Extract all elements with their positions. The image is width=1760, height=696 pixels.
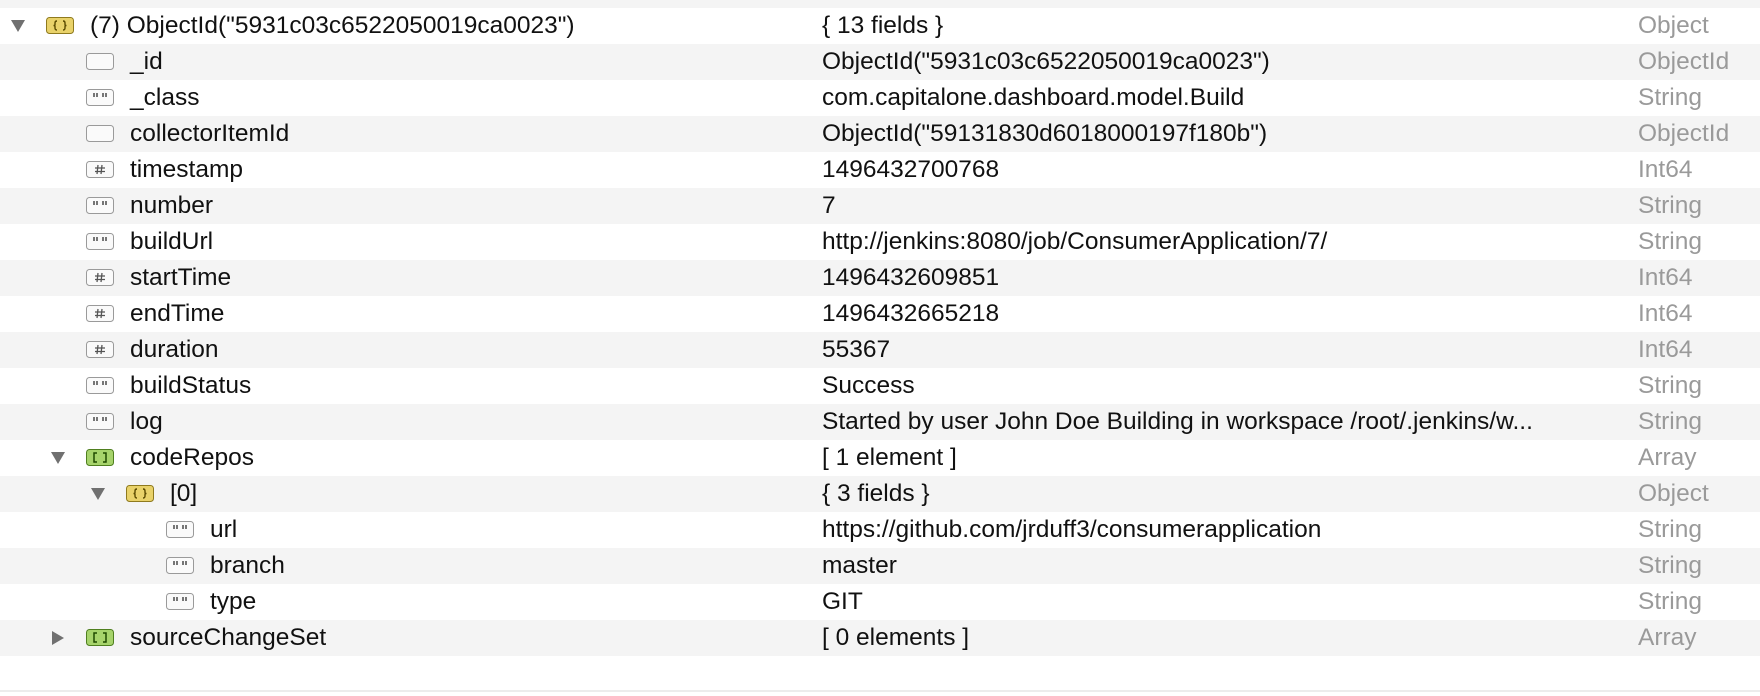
field-type: String (1638, 228, 1703, 255)
field-type: String (1638, 372, 1703, 399)
tree-row[interactable]: [0] { 3 fields } Object (0, 476, 1760, 512)
number-icon (86, 341, 114, 358)
field-key: startTime (130, 264, 232, 291)
field-value[interactable]: 55367 (822, 332, 1620, 368)
field-value[interactable]: ObjectId("5931c03c6522050019ca0023") (822, 44, 1620, 80)
field-key: endTime (130, 300, 225, 327)
tree-row[interactable]: (7) ObjectId("5931c03c6522050019ca0023")… (0, 8, 1760, 44)
disclosure-expanded-icon[interactable] (86, 476, 110, 512)
tree-row[interactable]: buildStatus Success String (0, 368, 1760, 404)
field-type: Int64 (1638, 336, 1693, 363)
tree-row[interactable]: type GIT String (0, 584, 1760, 620)
tree-row[interactable]: codeRepos [ 1 element ] Array (0, 440, 1760, 476)
field-value[interactable]: { 13 fields } (822, 8, 1620, 44)
objectid-icon (86, 53, 114, 70)
field-key: url (210, 516, 238, 543)
disclosure-expanded-icon[interactable] (6, 8, 30, 44)
field-value[interactable]: [ 0 elements ] (822, 620, 1620, 656)
field-type: Array (1638, 444, 1697, 471)
string-icon (166, 521, 194, 538)
disclosure-expanded-icon[interactable] (46, 440, 70, 476)
string-icon (86, 413, 114, 430)
field-type: String (1638, 552, 1703, 579)
disclosure-collapsed-icon[interactable] (46, 620, 70, 656)
field-value[interactable]: Started by user John Doe Building in wor… (822, 404, 1620, 440)
string-icon (86, 89, 114, 106)
tree-row[interactable]: _class com.capitalone.dashboard.model.Bui… (0, 80, 1760, 116)
string-icon (86, 233, 114, 250)
field-value[interactable]: ObjectId("59131830d6018000197f180b") (822, 116, 1620, 152)
field-type: ObjectId (1638, 120, 1730, 147)
field-key: (7) ObjectId("5931c03c6522050019ca0023") (90, 12, 575, 39)
number-icon (86, 269, 114, 286)
object-icon (46, 17, 74, 34)
field-key: _id (130, 48, 163, 75)
number-icon (86, 161, 114, 178)
document-tree-view: (7) ObjectId("5931c03c6522050019ca0023")… (0, 0, 1760, 696)
number-icon (86, 305, 114, 322)
field-key: sourceChangeSet (130, 624, 327, 651)
field-value[interactable]: { 3 fields } (822, 476, 1620, 512)
field-value[interactable]: 1496432609851 (822, 260, 1620, 296)
field-key: collectorItemId (130, 120, 290, 147)
object-icon (126, 485, 154, 502)
field-value[interactable]: [ 1 element ] (822, 440, 1620, 476)
field-value[interactable]: com.capitalone.dashboard.model.Build (822, 80, 1620, 116)
tree-rows: (7) ObjectId("5931c03c6522050019ca0023")… (0, 8, 1760, 656)
field-key: _class (130, 84, 200, 111)
field-key: buildStatus (130, 372, 252, 399)
field-key: number (130, 192, 214, 219)
field-type: ObjectId (1638, 48, 1730, 75)
objectid-icon (86, 125, 114, 142)
tree-row[interactable]: buildUrl http://jenkins:8080/job/Consumer… (0, 224, 1760, 260)
string-icon (86, 197, 114, 214)
tree-row[interactable]: url https://github.com/jrduff3/consumerap… (0, 512, 1760, 548)
field-type: String (1638, 408, 1703, 435)
field-value[interactable]: GIT (822, 584, 1620, 620)
field-value[interactable]: 1496432665218 (822, 296, 1620, 332)
field-value[interactable]: master (822, 548, 1620, 584)
field-key: codeRepos (130, 444, 254, 471)
field-type: String (1638, 192, 1703, 219)
field-type: Int64 (1638, 156, 1693, 183)
tree-row[interactable]: collectorItemId ObjectId("59131830d601800… (0, 116, 1760, 152)
field-type: Object (1638, 12, 1709, 39)
field-key: log (130, 408, 163, 435)
tree-row[interactable]: _id ObjectId("5931c03c6522050019ca0023") O… (0, 44, 1760, 80)
tree-row[interactable]: branch master String (0, 548, 1760, 584)
string-icon (86, 377, 114, 394)
field-type: Int64 (1638, 264, 1693, 291)
field-type: String (1638, 84, 1703, 111)
field-type: Array (1638, 624, 1697, 651)
array-icon (86, 449, 114, 466)
tree-row[interactable]: startTime 1496432609851 Int64 (0, 260, 1760, 296)
field-key: branch (210, 552, 285, 579)
tree-row[interactable]: sourceChangeSet [ 0 elements ] Array (0, 620, 1760, 656)
field-key: [0] (170, 480, 198, 507)
field-type: String (1638, 516, 1703, 543)
field-key: type (210, 588, 257, 615)
tree-row[interactable]: log Started by user John Doe Building in … (0, 404, 1760, 440)
string-icon (166, 557, 194, 574)
field-type: String (1638, 588, 1703, 615)
array-icon (86, 629, 114, 646)
field-value[interactable]: https://github.com/jrduff3/consumerappli… (822, 512, 1620, 548)
tree-row[interactable]: endTime 1496432665218 Int64 (0, 296, 1760, 332)
field-type: Object (1638, 480, 1709, 507)
field-value[interactable]: 7 (822, 188, 1620, 224)
tree-row[interactable]: timestamp 1496432700768 Int64 (0, 152, 1760, 188)
tree-bottom-divider (0, 690, 1760, 692)
field-value[interactable]: http://jenkins:8080/job/ConsumerApplicat… (822, 224, 1620, 260)
string-icon (166, 593, 194, 610)
field-value[interactable]: Success (822, 368, 1620, 404)
tree-row[interactable]: number 7 String (0, 188, 1760, 224)
field-value[interactable]: 1496432700768 (822, 152, 1620, 188)
field-type: Int64 (1638, 300, 1693, 327)
tree-row[interactable]: duration 55367 Int64 (0, 332, 1760, 368)
field-key: duration (130, 336, 219, 363)
field-key: timestamp (130, 156, 244, 183)
field-key: buildUrl (130, 228, 214, 255)
